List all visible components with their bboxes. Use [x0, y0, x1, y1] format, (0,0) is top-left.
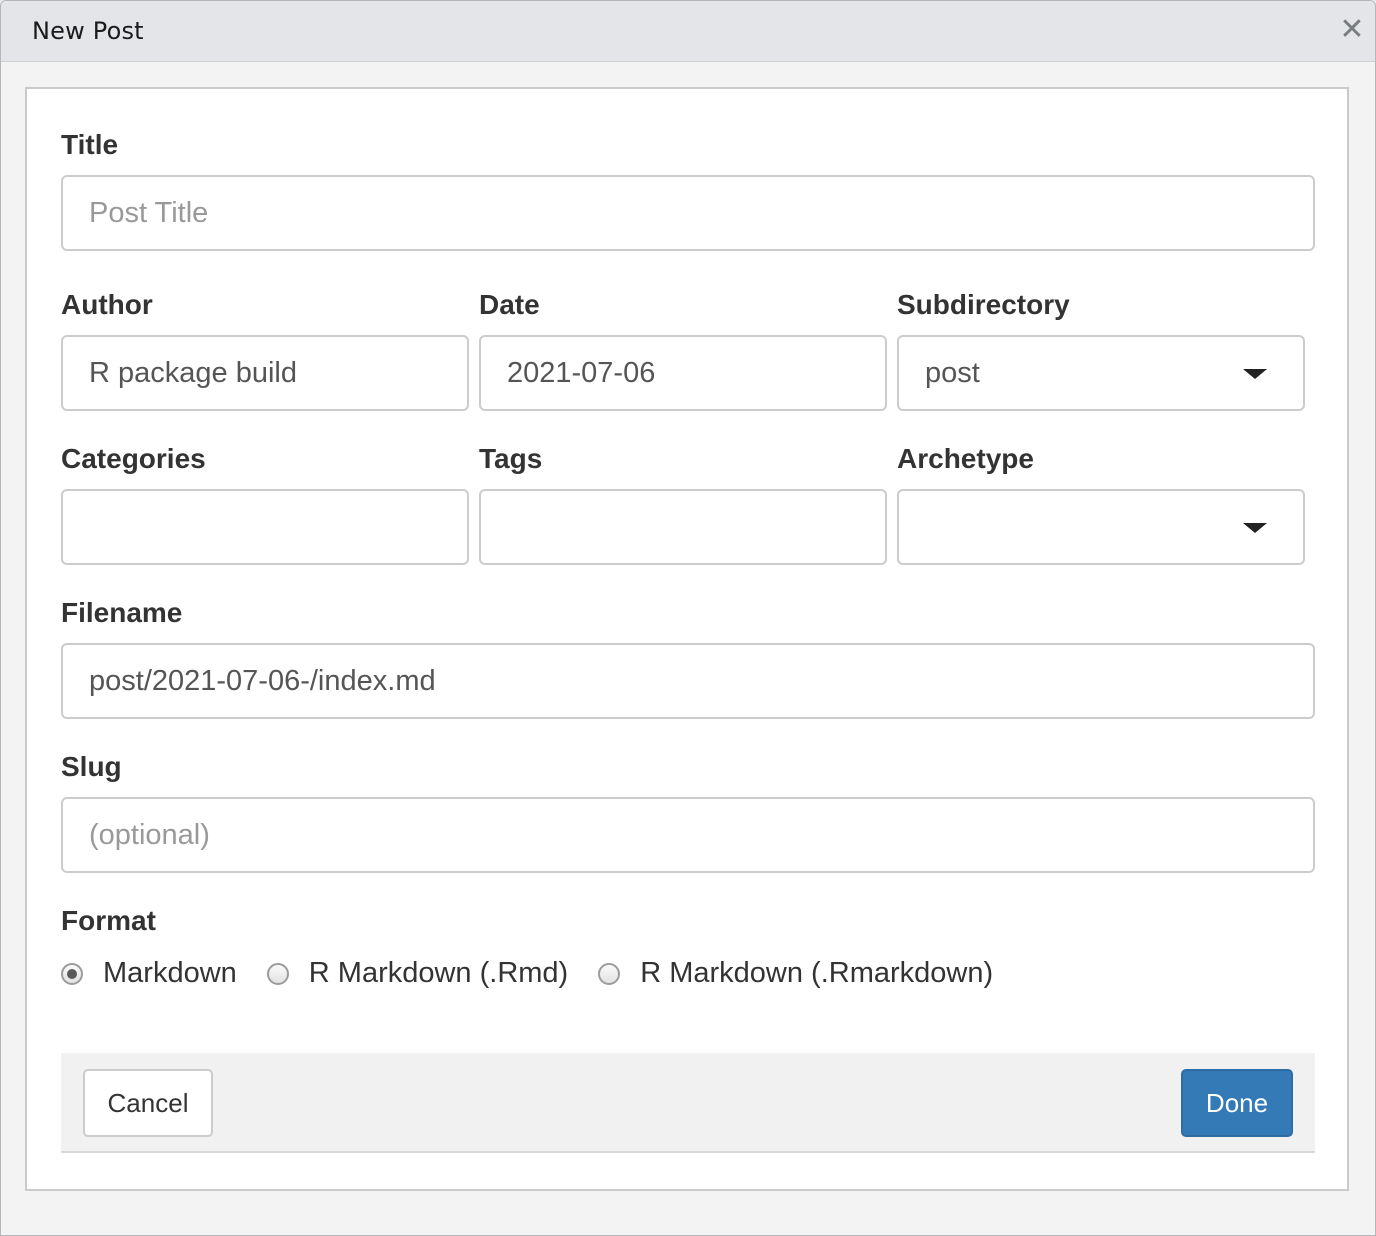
done-button[interactable]: Done: [1181, 1069, 1293, 1137]
tags-label: Tags: [479, 443, 543, 474]
radio-checked-icon: [61, 962, 83, 985]
title-label: Title: [61, 129, 119, 160]
date-label: Date: [479, 289, 540, 320]
archetype-select[interactable]: [897, 489, 1305, 565]
title-input[interactable]: Post Title: [61, 175, 1315, 251]
format-option-rmarkdown[interactable]: R Markdown (.Rmarkdown): [598, 957, 993, 990]
format-option-markdown[interactable]: Markdown: [61, 957, 237, 990]
format-option-rmd[interactable]: R Markdown (.Rmd): [266, 957, 569, 990]
radio-unchecked-icon: [266, 962, 289, 985]
dialog-title: New Post: [32, 17, 144, 45]
author-input[interactable]: R package build: [61, 335, 469, 411]
subdirectory-label: Subdirectory: [897, 289, 1070, 320]
format-option-label: Markdown: [103, 957, 237, 989]
categories-input[interactable]: [61, 489, 469, 565]
caret-down-icon: [1243, 523, 1267, 533]
format-option-label: R Markdown (.Rmarkdown): [640, 957, 994, 989]
tags-input[interactable]: [479, 489, 887, 565]
archetype-label: Archetype: [897, 443, 1034, 474]
caret-down-icon: [1243, 369, 1267, 379]
author-label: Author: [61, 289, 153, 320]
format-label: Format: [61, 905, 156, 936]
form-panel: Title Post Title Author R package build …: [25, 87, 1349, 1191]
filename-label: Filename: [61, 597, 183, 628]
subdirectory-select[interactable]: post: [897, 335, 1305, 411]
new-post-dialog: New Post ✕ Title Post Title Author R pac…: [0, 0, 1376, 1236]
format-option-label: R Markdown (.Rmd): [308, 957, 569, 989]
slug-input[interactable]: (optional): [61, 797, 1315, 873]
cancel-button[interactable]: Cancel: [83, 1069, 213, 1137]
date-input[interactable]: 2021-07-06: [479, 335, 887, 411]
categories-label: Categories: [61, 443, 206, 474]
subdirectory-value: post: [925, 356, 980, 389]
dialog-footer: Cancel Done: [61, 1053, 1315, 1153]
format-radio-group: Markdown R Markdown (.Rmd) R Markdown (.…: [61, 957, 1023, 990]
slug-label: Slug: [61, 751, 122, 782]
dialog-titlebar: New Post ✕: [1, 1, 1375, 62]
radio-unchecked-icon: [598, 962, 621, 985]
close-icon[interactable]: ✕: [1337, 15, 1367, 45]
filename-input[interactable]: post/2021-07-06-/index.md: [61, 643, 1315, 719]
